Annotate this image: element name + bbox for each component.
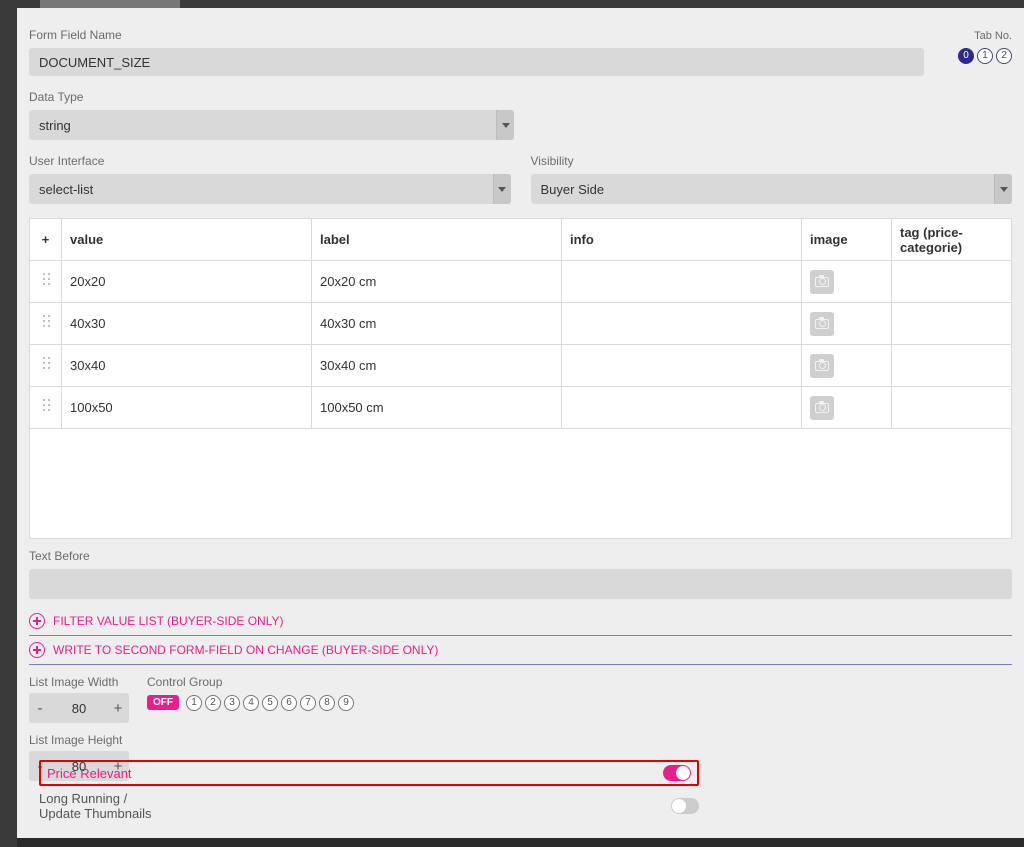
expander-filter-value-list[interactable]: FILTER VALUE LIST (BUYER-SIDE ONLY) [29,607,1012,636]
table-row[interactable]: 30x4030x40 cm [30,345,1012,387]
tab-no-0[interactable]: 0 [958,48,974,64]
cell-value[interactable]: 20x20 [62,261,312,303]
col-header-info: info [562,219,802,261]
visibility-label: Visibility [531,154,1013,168]
tab-no-1[interactable]: 1 [977,48,993,64]
camera-icon [815,277,829,287]
long-running-toggle[interactable] [671,798,699,814]
add-row-button[interactable]: + [30,219,62,261]
control-group-label: Control Group [147,675,354,689]
drag-handle-icon[interactable] [41,314,51,330]
table-header-row: + value label info image tag (price-cate… [30,219,1012,261]
chevron-down-icon [994,174,1012,204]
list-image-height-label: List Image Height [29,733,129,747]
col-header-image: image [802,219,892,261]
drag-handle-icon[interactable] [41,398,51,414]
price-relevant-label: Price Relevant [47,766,132,781]
camera-icon [815,403,829,413]
increment-button[interactable]: + [107,700,129,717]
tab-no-label: Tab No. [958,30,1012,42]
cell-info[interactable] [562,387,802,429]
col-header-value: value [62,219,312,261]
control-group-off[interactable]: OFF [147,695,179,710]
expander-filter-label: FILTER VALUE LIST (BUYER-SIDE ONLY) [53,614,284,628]
cell-label[interactable]: 40x30 cm [312,303,562,345]
data-type-label: Data Type [29,90,514,104]
control-group-4[interactable]: 4 [243,695,259,711]
image-upload-button[interactable] [810,312,834,336]
drag-handle-icon[interactable] [41,272,51,288]
cell-label[interactable]: 20x20 cm [312,261,562,303]
decrement-button[interactable]: - [29,700,51,717]
control-group-1[interactable]: 1 [186,695,202,711]
cell-label[interactable]: 100x50 cm [312,387,562,429]
cell-tag[interactable] [892,303,1012,345]
cell-value[interactable]: 100x50 [62,387,312,429]
expander-write-second-field[interactable]: WRITE TO SECOND FORM-FIELD ON CHANGE (BU… [29,636,1012,665]
col-header-label: label [312,219,562,261]
cell-info[interactable] [562,261,802,303]
cell-value[interactable]: 40x30 [62,303,312,345]
camera-icon [815,319,829,329]
cell-tag[interactable] [892,261,1012,303]
list-image-width-label: List Image Width [29,675,129,689]
cell-value[interactable]: 30x40 [62,345,312,387]
data-type-value: string [29,110,496,140]
long-running-label: Long Running / Update Thumbnails [39,791,152,821]
control-group-2[interactable]: 2 [205,695,221,711]
cell-image [802,387,892,429]
table-row[interactable]: 40x3040x30 cm [30,303,1012,345]
control-group-6[interactable]: 6 [281,695,297,711]
tab-no-2[interactable]: 2 [996,48,1012,64]
image-upload-button[interactable] [810,354,834,378]
cell-info[interactable] [562,345,802,387]
cell-tag[interactable] [892,345,1012,387]
control-group-3[interactable]: 3 [224,695,240,711]
cell-image [802,303,892,345]
visibility-value: Buyer Side [531,174,995,204]
expander-write-label: WRITE TO SECOND FORM-FIELD ON CHANGE (BU… [53,643,438,657]
form-field-editor-panel: Tab No. 0 1 2 Form Field Name Data Type … [17,8,1024,838]
drag-handle-icon[interactable] [41,356,51,372]
price-relevant-row: Price Relevant [39,760,699,786]
list-image-width-stepper[interactable]: - 80 + [29,693,129,723]
cell-image [802,345,892,387]
visibility-select[interactable]: Buyer Side [531,174,1013,204]
long-running-row: Long Running / Update Thumbnails [39,788,699,824]
control-group-5[interactable]: 5 [262,695,278,711]
cell-info[interactable] [562,303,802,345]
control-group-9[interactable]: 9 [338,695,354,711]
col-header-tag: tag (price-categorie) [892,219,1012,261]
price-relevant-toggle[interactable] [663,765,691,781]
text-before-input[interactable] [29,569,1012,599]
control-group-8[interactable]: 8 [319,695,335,711]
camera-icon [815,361,829,371]
table-empty-area [29,429,1012,539]
cell-tag[interactable] [892,387,1012,429]
form-field-name-label: Form Field Name [29,28,924,42]
cell-label[interactable]: 30x40 cm [312,345,562,387]
text-before-label: Text Before [29,549,1012,563]
user-interface-label: User Interface [29,154,511,168]
data-type-select[interactable]: string [29,110,514,140]
plus-circle-icon [29,613,45,629]
image-upload-button[interactable] [810,396,834,420]
backdrop-left [0,0,17,847]
control-group-7[interactable]: 7 [300,695,316,711]
chevron-down-icon [496,110,514,140]
form-field-name-input[interactable] [29,48,924,76]
user-interface-value: select-list [29,174,493,204]
tab-no-group: Tab No. 0 1 2 [958,30,1012,64]
user-interface-select[interactable]: select-list [29,174,511,204]
table-row[interactable]: 20x2020x20 cm [30,261,1012,303]
cell-image [802,261,892,303]
plus-circle-icon [29,642,45,658]
table-row[interactable]: 100x50100x50 cm [30,387,1012,429]
chevron-down-icon [493,174,511,204]
options-table: + value label info image tag (price-cate… [29,218,1012,429]
image-upload-button[interactable] [810,270,834,294]
backdrop-decoration [40,0,180,8]
list-image-width-value: 80 [51,701,107,716]
